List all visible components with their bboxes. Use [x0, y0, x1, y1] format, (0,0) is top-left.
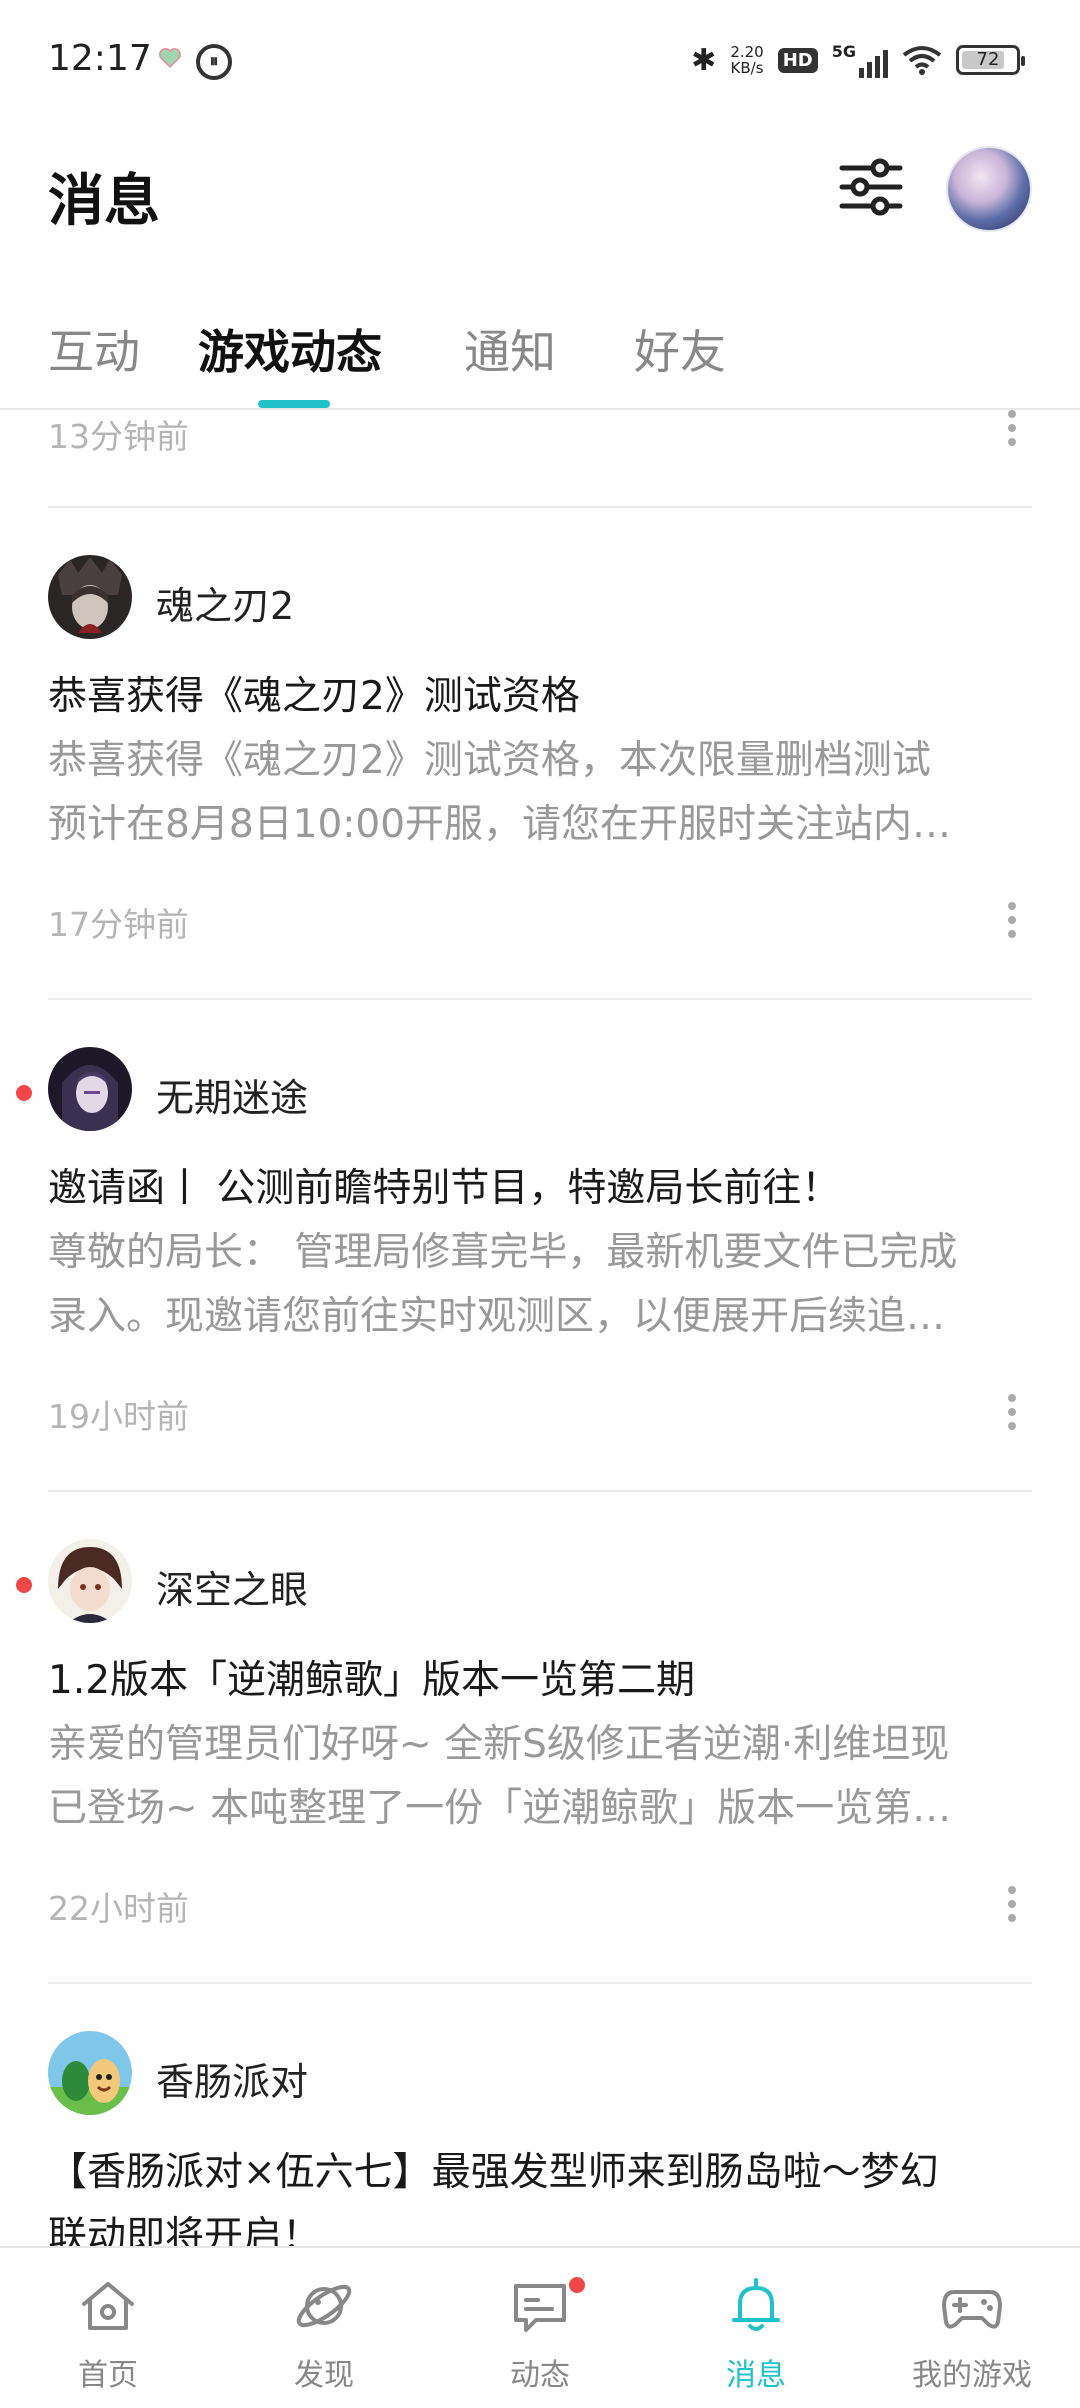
game-name[interactable]: 魂之刃2 [156, 575, 294, 630]
planet-icon [296, 2284, 352, 2328]
bluetooth-icon: ✱ [691, 42, 717, 78]
bottom-navigation: 首页 发现 动态 消息 我的游戏 [0, 2246, 1080, 2408]
hd-voice-icon: HD [777, 47, 818, 73]
message-body: 亲爱的管理员们好呀~ 全新S级修正者逆潮·利维坦现 已登场~ 本吨整理了一份「逆… [48, 1722, 952, 1831]
item-time: 19小时前 [48, 1397, 189, 1436]
tab-notifications[interactable]: 通知 [464, 316, 556, 382]
tab-game-news[interactable]: 游戏动态 [198, 316, 382, 382]
user-avatar[interactable] [946, 146, 1032, 232]
list-item[interactable]: 深空之眼 1.2版本「逆潮鲸歌」版本一览第二期 亲爱的管理员们好呀~ 全新S级修… [0, 1539, 1080, 1869]
chat-icon [514, 2284, 566, 2332]
divider [48, 506, 1032, 508]
message-body: 尊敬的局长： 管理局修葺完毕，最新机要文件已完成 录入。现邀请您前往实时观测区，… [48, 1230, 958, 1339]
more-options-icon[interactable] [1000, 896, 1024, 956]
item-time: 17分钟前 [48, 905, 189, 944]
game-avatar[interactable] [48, 1047, 132, 1131]
game-name[interactable]: 香肠派对 [156, 2051, 308, 2106]
unread-dot [16, 1577, 32, 1593]
game-news-feed[interactable]: 13分钟前 魂之刃2 恭喜获得《魂之刃2》测试资格 恭喜获得《魂之刃2》测试资格… [0, 410, 1080, 2246]
game-name[interactable]: 深空之眼 [156, 1559, 308, 1614]
heart-icon [159, 48, 181, 69]
battery-icon: 72 [956, 45, 1025, 75]
more-options-icon[interactable] [1000, 1388, 1024, 1448]
unread-dot [16, 1085, 32, 1101]
list-item[interactable]: 魂之刃2 恭喜获得《魂之刃2》测试资格 恭喜获得《魂之刃2》测试资格，本次限量删… [0, 555, 1080, 885]
wifi-icon [902, 46, 942, 75]
nav-home[interactable]: 首页 [0, 2248, 216, 2408]
message-body: 恭喜获得《魂之刃2》测试资格，本次限量删档测试 预计在8月8日10:00开服，请… [48, 738, 952, 847]
tab-interaction[interactable]: 互动 [48, 316, 140, 382]
filter-settings-icon[interactable] [836, 152, 906, 222]
bell-icon [732, 2278, 780, 2331]
status-time: 12:17 [48, 38, 152, 79]
message-title: 邀请函丨 公测前瞻特别节目，特邀局长前往！ [48, 1166, 841, 1211]
item-time: 22小时前 [48, 1889, 189, 1928]
game-header: 无期迷途 [0, 1047, 1080, 1133]
notification-app-icon: ⏸ [196, 44, 232, 80]
nav-discover[interactable]: 发现 [216, 2248, 432, 2408]
divider [48, 1490, 1032, 1492]
more-options-icon[interactable] [1000, 410, 1024, 464]
message-title: 【香肠派对×伍六七】最强发型师来到肠岛啦～梦幻 联动即将开启！ [48, 2150, 939, 2246]
unread-badge [566, 2274, 588, 2296]
game-header: 深空之眼 [0, 1539, 1080, 1625]
status-bar: 12:17 ⏸ ✱ 2.20 KB/s HD 5G 72 [0, 0, 1080, 120]
divider [48, 998, 1032, 1000]
home-icon [82, 2282, 134, 2330]
game-avatar[interactable] [48, 1539, 132, 1623]
list-item[interactable]: 无期迷途 邀请函丨 公测前瞻特别节目，特邀局长前往！ 尊敬的局长： 管理局修葺完… [0, 1047, 1080, 1377]
list-item[interactable]: 香肠派对 【香肠派对×伍六七】最强发型师来到肠岛啦～梦幻 联动即将开启！ [0, 2031, 1080, 2246]
status-indicators: ✱ 2.20 KB/s HD 5G 72 [691, 36, 1025, 84]
divider [48, 1982, 1032, 1984]
tab-friends[interactable]: 好友 [634, 316, 726, 382]
game-header: 魂之刃2 [0, 555, 1080, 641]
network-speed: 2.20 KB/s [730, 43, 764, 77]
cellular-signal-icon: 5G [832, 42, 888, 78]
nav-messages[interactable]: 消息 [648, 2248, 864, 2408]
messages-screen: 12:17 ⏸ ✱ 2.20 KB/s HD 5G 72 消息 互动 游戏动态 … [0, 0, 1080, 2408]
gamepad-icon [942, 2290, 1002, 2329]
active-tab-indicator [258, 400, 330, 408]
nav-feed[interactable]: 动态 [432, 2248, 648, 2408]
message-tabs: 互动 游戏动态 通知 好友 [0, 300, 1080, 410]
game-avatar[interactable] [48, 555, 132, 639]
nav-my-games[interactable]: 我的游戏 [864, 2248, 1080, 2408]
message-title: 恭喜获得《魂之刃2》测试资格 [48, 674, 580, 719]
item-time: 13分钟前 [48, 417, 189, 456]
game-header: 香肠派对 [0, 2031, 1080, 2117]
page-header: 消息 [0, 130, 1080, 260]
message-title: 1.2版本「逆潮鲸歌」版本一览第二期 [48, 1658, 696, 1703]
game-avatar[interactable] [48, 2031, 132, 2115]
page-title: 消息 [48, 169, 160, 234]
more-options-icon[interactable] [1000, 1880, 1024, 1940]
game-name[interactable]: 无期迷途 [156, 1067, 308, 1122]
